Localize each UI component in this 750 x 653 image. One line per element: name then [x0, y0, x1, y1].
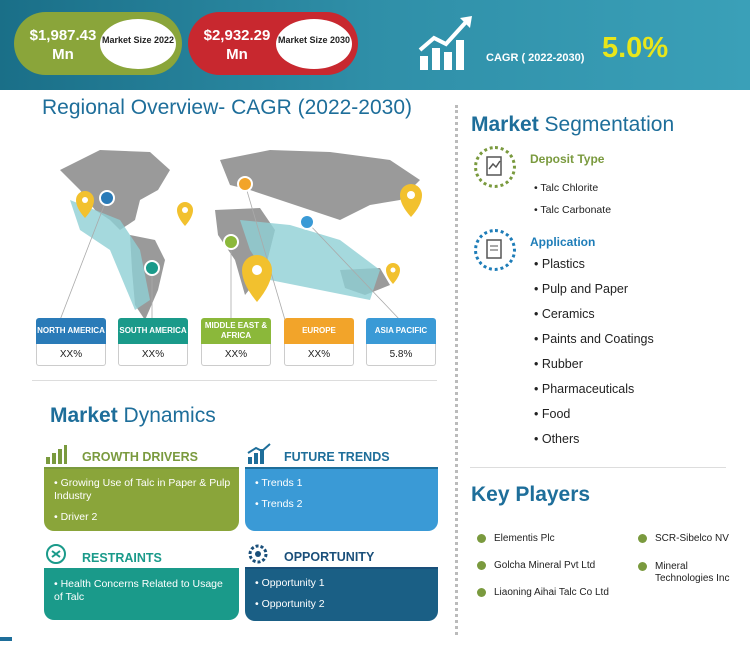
market-size-2022-pill: $1,987.43 Mn Market Size 2022 — [14, 12, 182, 75]
separator — [32, 380, 437, 381]
growth-chart-icon — [418, 16, 472, 70]
bullet-dot — [638, 534, 647, 543]
future-trends-title: FUTURE TRENDS — [284, 450, 390, 464]
future-trends-icon — [247, 443, 271, 464]
list-item: • Health Concerns Related to Usage of Ta… — [54, 578, 223, 603]
application-icon — [474, 229, 516, 271]
section-divider — [455, 105, 458, 635]
market-size-2030-label: Market Size 2030 — [276, 19, 352, 69]
world-map — [59, 150, 422, 321]
opportunity-title: OPPORTUNITY — [284, 550, 375, 564]
restraints-card: • Health Concerns Related to Usage of Ta… — [44, 570, 239, 620]
region-value: XX% — [201, 344, 271, 366]
application-title: Application — [530, 235, 596, 249]
list-item: • Talc Chlorite — [534, 182, 599, 194]
list-item: • Ceramics — [534, 307, 595, 321]
deposit-type-title: Deposit Type — [530, 152, 605, 166]
region-value: 5.8% — [366, 344, 436, 366]
growth-drivers-card: • Growing Use of Talc in Paper & Pulp In… — [44, 469, 239, 531]
region-name: EUROPE — [284, 318, 354, 344]
region-name: SOUTH AMERICA — [118, 318, 188, 344]
key-player: Mineral Technologies Inc — [655, 561, 730, 584]
market-size-2022-label: Market Size 2022 — [100, 19, 176, 69]
region-value: XX% — [118, 344, 188, 366]
region-value: XX% — [36, 344, 106, 366]
cagr-label: CAGR ( 2022-2030) — [486, 52, 585, 64]
region-name: NORTH AMERICA — [36, 318, 106, 344]
region-europe: EUROPE XX% — [284, 318, 354, 366]
list-item: • Others — [534, 432, 580, 446]
bullet-dot — [638, 562, 647, 571]
key-player: Liaoning Aihai Talc Co Ltd — [494, 587, 609, 598]
market-size-2030-value: $2,932.29 Mn — [203, 27, 271, 63]
list-item: • Talc Carbonate — [534, 204, 612, 216]
growth-drivers-icon — [46, 445, 67, 464]
list-item: • Plastics — [534, 257, 585, 271]
bullet-dot — [477, 534, 486, 543]
region-asia-pacific: ASIA PACIFIC 5.8% — [366, 318, 436, 366]
region-south-america: SOUTH AMERICA XX% — [118, 318, 188, 366]
market-segmentation-title: Market Segmentation — [471, 113, 675, 136]
list-item: • Trends 2 — [255, 498, 303, 510]
restraints-title: RESTRAINTS — [82, 551, 162, 565]
list-item: • Opportunity 2 — [255, 598, 325, 610]
restraints-icon — [46, 544, 66, 564]
corner-mark — [0, 637, 12, 641]
cagr-value: 5.0% — [602, 32, 669, 64]
list-item: • Growing Use of Talc in Paper & Pulp In… — [54, 477, 231, 502]
key-player: SCR-Sibelco NV — [655, 533, 729, 544]
key-player: Golcha Mineral Pvt Ltd — [494, 560, 596, 571]
key-players-title: Key Players — [471, 483, 591, 506]
list-item: • Food — [534, 407, 571, 421]
list-item: • Trends 1 — [255, 477, 303, 489]
growth-drivers-title: GROWTH DRIVERS — [82, 450, 198, 464]
regional-overview-title: Regional Overview- CAGR (2022-2030) — [42, 96, 412, 119]
region-name: MIDDLE EAST & AFRICA — [201, 318, 271, 344]
opportunity-card: • Opportunity 1 • Opportunity 2 — [245, 569, 438, 621]
region-name: ASIA PACIFIC — [366, 318, 436, 344]
region-value: XX% — [284, 344, 354, 366]
bullet-dot — [477, 561, 486, 570]
separator — [470, 467, 726, 468]
list-item: • Rubber — [534, 357, 583, 371]
list-item: • Paints and Coatings — [534, 332, 654, 346]
market-size-2030-pill: $2,932.29 Mn Market Size 2030 — [188, 12, 358, 75]
list-item: • Pulp and Paper — [534, 282, 629, 296]
list-item: • Pharmaceuticals — [534, 382, 635, 396]
list-item: • Opportunity 1 — [255, 577, 325, 589]
region-north-america: NORTH AMERICA XX% — [36, 318, 106, 366]
market-dynamics-title: Market Dynamics — [50, 404, 216, 427]
opportunity-gear-icon — [248, 544, 268, 564]
region-middle-east-africa: MIDDLE EAST & AFRICA XX% — [201, 318, 271, 366]
deposit-type-icon — [474, 146, 516, 188]
future-trends-card: • Trends 1 • Trends 2 — [245, 469, 438, 531]
list-item: • Driver 2 — [54, 511, 98, 523]
market-size-2022-value: $1,987.43 Mn — [29, 27, 97, 63]
key-player: Elementis Plc — [494, 533, 555, 544]
bullet-dot — [477, 588, 486, 597]
header-banner: $1,987.43 Mn Market Size 2022 $2,932.29 … — [0, 0, 750, 90]
